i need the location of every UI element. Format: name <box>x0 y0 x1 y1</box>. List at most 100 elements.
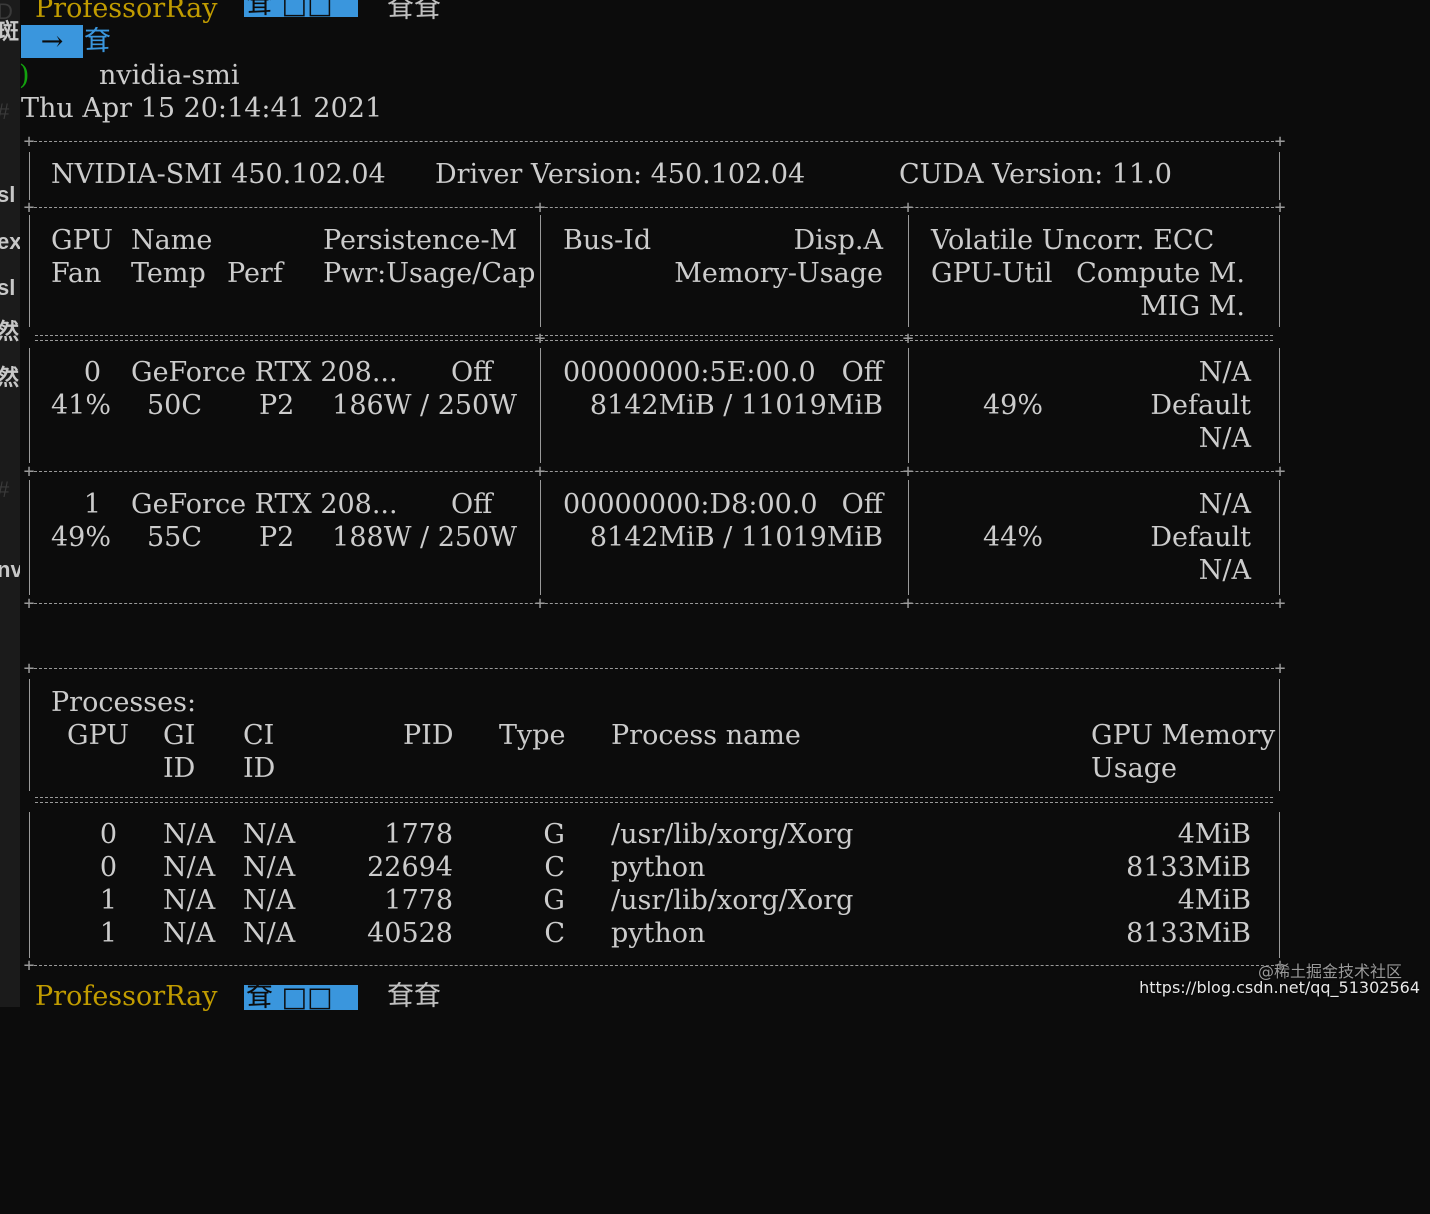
cuda-version: CUDA Version: 11.0 <box>899 159 1172 190</box>
process-row: 1 N/A N/A 40528 C python 8133MiB <box>21 917 1430 950</box>
col-fan: Fan <box>51 258 102 289</box>
col-compute: Compute M. <box>1076 258 1245 289</box>
proc-col-ci-id: ID <box>243 753 276 784</box>
corner-plus: + <box>23 658 35 679</box>
proc-col-pid: PID <box>403 720 454 751</box>
gutter-glyph: 斑 <box>0 19 20 44</box>
col-gpu: GPU <box>51 225 114 256</box>
col-name: Name <box>131 225 213 256</box>
arrow-icon: → <box>21 25 83 58</box>
prompt-user: ProfessorRay <box>35 0 218 24</box>
column-header-row-2: Fan Temp Perf Pwr:Usage/Cap Memory-Usage… <box>21 257 1430 290</box>
gpu-name: GeForce RTX 208... <box>131 357 398 388</box>
processes-header-row-2: ID ID Usage <box>21 752 1430 785</box>
gpu-bus-id: 00000000:D8:00.0 <box>563 489 818 520</box>
processes-title-row: Processes: <box>21 686 1430 719</box>
proc-memory: 4MiB <box>1177 819 1251 850</box>
corner-plus: + <box>534 461 546 482</box>
prompt-branch-segment: 耷 □□ <box>244 0 358 18</box>
proc-col-gi: GI <box>163 720 196 751</box>
col-bus-id: Bus-Id <box>563 225 652 256</box>
col-gpu-util: GPU-Util <box>931 258 1053 289</box>
table-border-bottom <box>29 603 1279 604</box>
gpu-name: GeForce RTX 208... <box>131 489 398 520</box>
proc-gpu: 0 <box>99 852 117 883</box>
prompt-arrow-glyph: 耷 <box>84 26 111 57</box>
col-mig: MIG M. <box>1140 291 1245 322</box>
gpu-temp: 55C <box>147 522 203 553</box>
terminal-window[interactable]: ProfessorRay 耷 □□ 耷耷 → 耷 ) nvidia-smi Th… <box>19 0 1430 1012</box>
gpu-row-1-line-1: 1 GeForce RTX 208... Off 00000000:D8:00.… <box>21 488 1430 521</box>
corner-plus: + <box>902 328 914 349</box>
editor-gutter: D 斑 # sl ex sl 然 然 # nv <box>0 0 20 1007</box>
command-text: nvidia-smi <box>99 60 240 91</box>
driver-version: Driver Version: 450.102.04 <box>435 159 806 190</box>
gutter-glyph: sl <box>0 275 16 300</box>
process-row: 1 N/A N/A 1778 G /usr/lib/xorg/Xorg 4MiB <box>21 884 1430 917</box>
column-header-row-3: MIG M. <box>21 290 1430 323</box>
proc-col-name: Process name <box>611 720 801 751</box>
proc-memory: 4MiB <box>1177 885 1251 916</box>
proc-pid: 22694 <box>367 852 453 883</box>
proc-gi: N/A <box>163 819 216 850</box>
col-volatile-ecc: Volatile Uncorr. ECC <box>931 225 1215 256</box>
prompt-branch-segment: 耷 □□ <box>244 984 358 1011</box>
proc-gi: N/A <box>163 852 216 883</box>
gpu-compute: Default <box>1150 390 1251 421</box>
gpu-row-0-line-2: 41% 50C P2 186W / 250W 8142MiB / 11019Mi… <box>21 389 1430 422</box>
gpu-util: 49% <box>982 390 1043 421</box>
gpu-util: 44% <box>982 522 1043 553</box>
proc-col-gpu: GPU <box>67 720 130 751</box>
gutter-glyph: sl <box>0 182 16 207</box>
corner-plus: + <box>1274 197 1286 218</box>
gutter-glyph: 然 <box>0 319 20 344</box>
corner-plus: + <box>1274 593 1286 614</box>
col-perf: Perf <box>227 258 283 289</box>
gutter-glyph: 然 <box>0 365 20 390</box>
gpu-compute: Default <box>1150 522 1251 553</box>
gpu-temp: 50C <box>147 390 203 421</box>
gpu-memory: 8142MiB / 11019MiB <box>589 390 883 421</box>
gpu-perf: P2 <box>259 390 295 421</box>
prompt-tail-glyph: 耷耷 <box>387 0 441 24</box>
corner-plus: + <box>23 131 35 152</box>
gutter-glyph: # <box>0 100 20 124</box>
col-pwr: Pwr:Usage/Cap <box>323 258 536 289</box>
proc-memory: 8133MiB <box>1126 852 1251 883</box>
gpu-fan: 49% <box>51 522 112 553</box>
proc-gpu: 1 <box>99 885 117 916</box>
proc-type: G <box>543 819 565 850</box>
column-header-row-1: GPU Name Persistence-M Bus-Id Disp.A Vol… <box>21 224 1430 257</box>
gpu-perf: P2 <box>259 522 295 553</box>
proc-gpu: 0 <box>99 819 117 850</box>
proc-ci: N/A <box>243 819 296 850</box>
gpu-mig: N/A <box>1198 555 1251 586</box>
gpu-disp: Off <box>841 357 883 388</box>
proc-col-memory: GPU Memory <box>1091 720 1276 751</box>
prompt-user: ProfessorRay <box>35 981 218 1012</box>
prompt-line-top: ProfessorRay 耷 □□ 耷耷 <box>21 0 1430 25</box>
corner-plus: + <box>902 461 914 482</box>
proc-type: C <box>544 852 565 883</box>
process-row: 0 N/A N/A 1778 G /usr/lib/xorg/Xorg 4MiB <box>21 818 1430 851</box>
table-border-top <box>29 668 1279 669</box>
table-border-top <box>29 141 1279 142</box>
col-persistence: Persistence-M <box>323 225 518 256</box>
proc-pid: 1778 <box>384 819 453 850</box>
proc-memory: 8133MiB <box>1126 918 1251 949</box>
col-temp: Temp <box>131 258 206 289</box>
proc-ci: N/A <box>243 885 296 916</box>
command-line[interactable]: ) nvidia-smi <box>19 59 1430 92</box>
proc-col-gi-id: ID <box>163 753 196 784</box>
gpu-row-1-line-2: 49% 55C P2 188W / 250W 8142MiB / 11019Mi… <box>21 521 1430 554</box>
proc-col-usage: Usage <box>1091 753 1177 784</box>
prompt-tail-glyph: 耷耷 <box>387 981 441 1012</box>
gpu-persistence: Off <box>451 357 493 388</box>
prompt-arrow-line: → 耷 <box>21 25 1430 58</box>
watermark-url: https://blog.csdn.net/qq_51302564 <box>1139 978 1420 997</box>
col-memory-usage: Memory-Usage <box>674 258 883 289</box>
gpu-power: 188W / 250W <box>332 522 517 553</box>
timestamp: Thu Apr 15 20:14:41 2021 <box>21 93 383 124</box>
processes-header-row-1: GPU GI CI PID Type Process name GPU Memo… <box>21 719 1430 752</box>
proc-name: /usr/lib/xorg/Xorg <box>611 885 854 916</box>
